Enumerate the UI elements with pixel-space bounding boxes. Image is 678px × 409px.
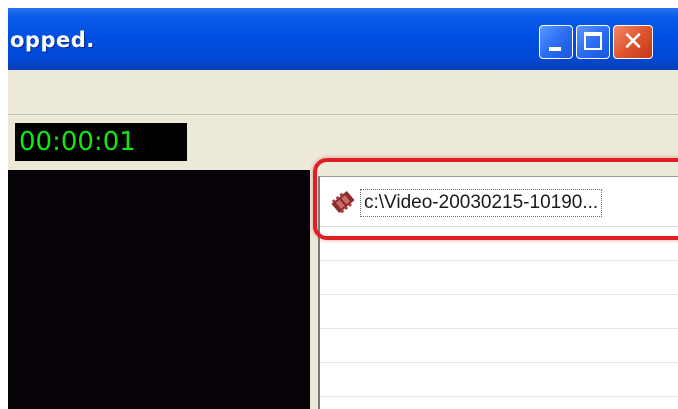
maximize-button[interactable]: [576, 25, 610, 59]
elapsed-time-display: 00:00:01: [15, 123, 187, 161]
minimize-button[interactable]: [539, 25, 573, 59]
menu-bar: [8, 70, 678, 115]
film-reel-icon: [331, 190, 355, 214]
maximize-icon: [584, 32, 602, 50]
list-item[interactable]: [320, 227, 678, 261]
toolbar: 00:00:01: [8, 115, 678, 170]
close-button[interactable]: ✕: [613, 25, 653, 59]
list-item[interactable]: [320, 261, 678, 295]
minimize-icon: [549, 47, 561, 51]
video-preview: [8, 170, 310, 409]
window-title: opped.: [10, 28, 95, 52]
list-item[interactable]: [320, 363, 678, 397]
list-item[interactable]: c:\Video-20030215-10190...: [320, 177, 678, 227]
file-list[interactable]: c:\Video-20030215-10190...: [318, 176, 678, 409]
app-window: opped. ✕ 00:00:01 c:\Video-20030215-1019…: [8, 8, 678, 409]
list-item[interactable]: [320, 329, 678, 363]
title-bar[interactable]: opped. ✕: [8, 8, 678, 70]
close-icon: ✕: [622, 27, 644, 57]
file-name: c:\Video-20030215-10190...: [360, 189, 603, 217]
list-item[interactable]: [320, 295, 678, 329]
